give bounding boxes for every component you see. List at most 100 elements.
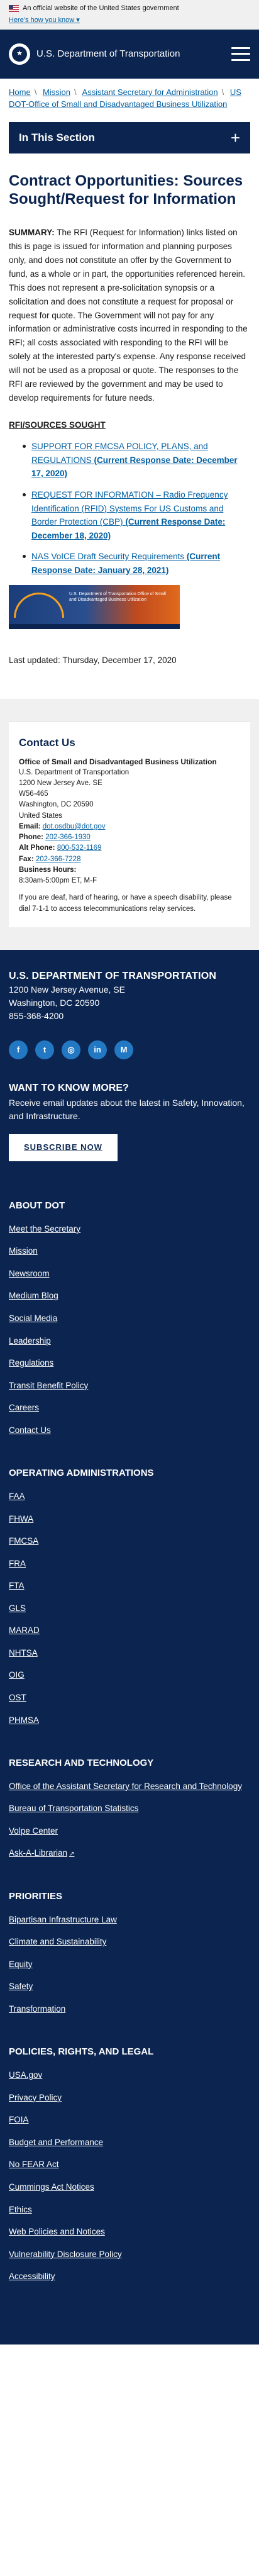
footer-link[interactable]: No FEAR Act	[9, 2153, 250, 2176]
footer-link[interactable]: Ask-A-Librarian ↗	[9, 1842, 250, 1865]
footer-link[interactable]: Meet the Secretary	[9, 1218, 250, 1241]
footer-section-priorities: PRIORITIES Bipartisan Infrastructure Law…	[9, 1890, 250, 2020]
in-this-section-toggle[interactable]: In This Section +	[9, 121, 250, 153]
facebook-icon[interactable]: f	[9, 1040, 28, 1060]
footer-link[interactable]: MARAD	[9, 1619, 250, 1642]
us-flag-icon	[9, 5, 19, 13]
footer-link[interactable]: Vulnerability Disclosure Policy	[9, 2243, 250, 2266]
main-content: Contract Opportunities: Sources Sought/R…	[0, 153, 259, 666]
footer-link[interactable]: FAA	[9, 1485, 250, 1508]
promo-graphic	[14, 592, 64, 618]
site-title[interactable]: U.S. Department of Transportation	[36, 47, 231, 61]
footer-link[interactable]: NHTSA	[9, 1642, 250, 1664]
breadcrumb-assistant-secretary[interactable]: Assistant Secretary for Administration	[82, 87, 218, 97]
footer-link[interactable]: Medium Blog	[9, 1285, 250, 1307]
footer-link[interactable]: Climate and Sustainability	[9, 1931, 250, 1953]
chevron-down-icon: ▾	[76, 16, 80, 24]
email-link[interactable]: dot.osdbu@dot.gov	[43, 823, 106, 830]
phone-label: Phone:	[19, 834, 43, 842]
footer-link[interactable]: Transformation	[9, 1998, 250, 2021]
breadcrumb-mission[interactable]: Mission	[43, 87, 70, 97]
contact-address-line: 1200 New Jersey Ave. SE	[19, 779, 102, 787]
medium-icon[interactable]: M	[114, 1040, 133, 1060]
list-item: REQUEST FOR INFORMATION – Radio Frequenc…	[23, 488, 250, 542]
site-footer: U.S. DEPARTMENT OF TRANSPORTATION 1200 N…	[0, 949, 259, 2345]
footer-link[interactable]: Office of the Assistant Secretary for Re…	[9, 1775, 250, 1798]
footer-link[interactable]: Cummings Act Notices	[9, 2176, 250, 2199]
footer-link[interactable]: Mission	[9, 1240, 250, 1263]
social-links: f t ◎ in M	[9, 1040, 250, 1060]
subscribe-button[interactable]: SUBSCRIBE NOW	[9, 1134, 118, 1162]
footer-section-research: RESEARCH AND TECHNOLOGY Office of the As…	[9, 1756, 250, 1865]
footer-link[interactable]: Budget and Performance	[9, 2131, 250, 2154]
footer-link[interactable]: Regulations	[9, 1352, 250, 1374]
twitter-icon[interactable]: t	[35, 1040, 54, 1060]
footer-link[interactable]: Social Media	[9, 1307, 250, 1330]
footer-link[interactable]: Leadership	[9, 1330, 250, 1352]
breadcrumb-home[interactable]: Home	[9, 87, 31, 97]
page-title: Contract Opportunities: Sources Sought/R…	[9, 172, 243, 208]
footer-link[interactable]: Ethics	[9, 2199, 250, 2221]
want-to-know-heading: WANT TO KNOW MORE?	[9, 1083, 129, 1094]
footer-link[interactable]: Safety	[9, 1975, 250, 1998]
footer-link[interactable]: FRA	[9, 1553, 250, 1575]
contact-address-line: Washington, DC 20590	[19, 801, 94, 809]
footer-link[interactable]: Newsroom	[9, 1263, 250, 1285]
linkedin-icon[interactable]: in	[88, 1040, 107, 1060]
gov-banner: An official website of the United States…	[0, 0, 259, 30]
contact-section: Contact Us Office of Small and Disadvant…	[0, 699, 259, 950]
relay-note: If you are deaf, hard of hearing, or hav…	[19, 894, 232, 913]
contact-address-line: U.S. Department of Transportation	[19, 768, 130, 776]
footer-link[interactable]: Web Policies and Notices	[9, 2221, 250, 2243]
footer-link[interactable]: Privacy Policy	[9, 2087, 250, 2109]
contact-card: Contact Us Office of Small and Disadvant…	[9, 722, 250, 927]
contact-address-line: United States	[19, 811, 63, 820]
footer-link[interactable]: Equity	[9, 1953, 250, 1976]
footer-link[interactable]: FOIA	[9, 2109, 250, 2131]
external-link-icon: ↗	[69, 1851, 75, 1858]
alt-phone-label: Alt Phone:	[19, 844, 55, 852]
alt-phone-link[interactable]: 800-532-1169	[57, 844, 102, 852]
footer-link[interactable]: OIG	[9, 1664, 250, 1687]
menu-button[interactable]	[231, 47, 250, 61]
in-this-section-label: In This Section	[19, 131, 95, 143]
footer-link[interactable]: OST	[9, 1687, 250, 1709]
list-item: SUPPORT FOR FMCSA POLICY, PLANS, and REG…	[23, 440, 250, 481]
how-you-know-link[interactable]: Here's how you know ▾	[9, 16, 80, 26]
footer-link[interactable]: Contact Us	[9, 1419, 250, 1442]
rfi-link-nas-voice[interactable]: NAS VoICE Draft Security Requirements (C…	[31, 552, 220, 575]
phone-link[interactable]: 202-366-1930	[45, 834, 91, 841]
dot-seal-logo[interactable]: ★	[9, 43, 30, 65]
footer-link[interactable]: Transit Benefit Policy	[9, 1374, 250, 1397]
footer-section-policies: POLICIES, RIGHTS, AND LEGAL USA.gov Priv…	[9, 2045, 250, 2287]
footer-link[interactable]: USA.gov	[9, 2064, 250, 2087]
official-site-text: An official website of the United States…	[23, 4, 179, 12]
rfi-link-fmcsa[interactable]: SUPPORT FOR FMCSA POLICY, PLANS, and REG…	[31, 442, 238, 478]
instagram-icon[interactable]: ◎	[62, 1040, 80, 1060]
fax-link[interactable]: 202-366-7228	[36, 856, 81, 863]
footer-link[interactable]: FTA	[9, 1575, 250, 1597]
summary-text: The RFI (Request for Information) links …	[9, 228, 248, 403]
contact-address-line: W56-465	[19, 790, 48, 798]
footer-link[interactable]: FMCSA	[9, 1530, 250, 1553]
footer-link[interactable]: GLS	[9, 1597, 250, 1620]
want-to-know-text: Receive email updates about the latest i…	[9, 1098, 245, 1122]
rfi-list: SUPPORT FOR FMCSA POLICY, PLANS, and REG…	[9, 440, 250, 577]
osdbu-promo-image: U.S. Department of Transportation Office…	[9, 584, 180, 629]
business-hours: 8:30am-5:00pm ET, M-F	[19, 877, 97, 885]
contact-heading: Contact Us	[19, 737, 75, 749]
footer-link[interactable]: FHWA	[9, 1508, 250, 1531]
footer-link[interactable]: Accessibility	[9, 2265, 250, 2288]
footer-link[interactable]: Careers	[9, 1397, 250, 1419]
footer-link[interactable]: Bipartisan Infrastructure Law	[9, 1909, 250, 1931]
rfi-link-rfid[interactable]: REQUEST FOR INFORMATION – Radio Frequenc…	[31, 490, 228, 540]
footer-link[interactable]: PHMSA	[9, 1709, 250, 1732]
contact-office: Office of Small and Disadvantaged Busine…	[19, 757, 217, 766]
footer-link[interactable]: Bureau of Transportation Statistics	[9, 1797, 250, 1820]
last-updated: Last updated: Thursday, December 17, 202…	[9, 655, 177, 665]
footer-link[interactable]: Volpe Center	[9, 1820, 250, 1843]
email-label: Email:	[19, 822, 41, 830]
rfi-heading: RFI/SOURCES SOUGHT	[9, 420, 106, 430]
footer-address: 1200 New Jersey Avenue, SE Washington, D…	[9, 984, 125, 1022]
footer-title: U.S. DEPARTMENT OF TRANSPORTATION	[9, 970, 217, 981]
